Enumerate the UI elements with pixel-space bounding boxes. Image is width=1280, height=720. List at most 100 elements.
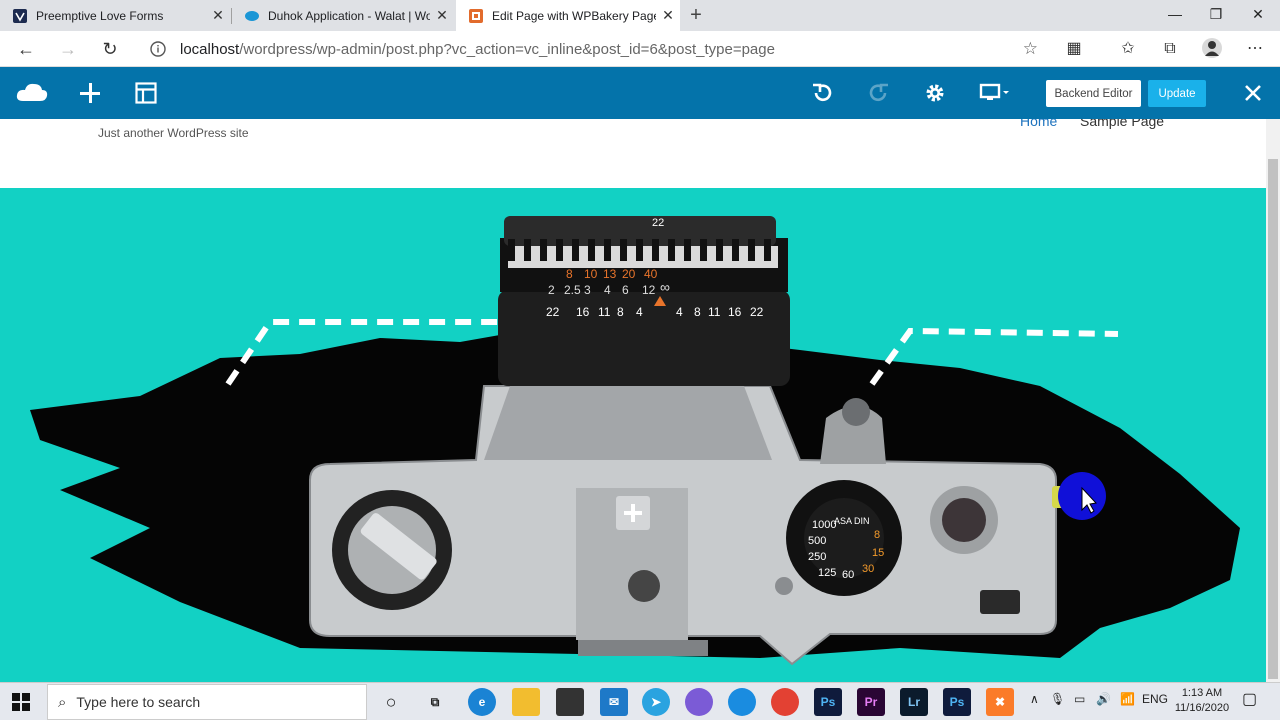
search-icon: ⌕ (58, 693, 67, 711)
wifi-icon[interactable]: 📶 (1120, 692, 1135, 706)
taskbar-search-box[interactable]: ⌕ Type here to search (47, 684, 367, 720)
profile-avatar[interactable] (1200, 37, 1224, 61)
tab-title: Preemptive Love Forms (36, 8, 164, 23)
page-preview: Just another WordPress site Home Sample … (0, 119, 1266, 682)
close-window-icon[interactable]: ✕ (1238, 0, 1278, 31)
new-tab-plus-icon[interactable]: + (684, 3, 708, 27)
premiere-icon[interactable]: Pr (857, 688, 885, 716)
show-hidden-icons[interactable]: ∧ (1030, 692, 1039, 706)
photoshop-icon[interactable]: Ps (814, 688, 842, 716)
battery-icon[interactable]: ▭ (1074, 692, 1085, 706)
menu-item-sample-page[interactable]: Sample Page (1080, 119, 1164, 129)
menu-item-home[interactable]: Home (1020, 119, 1057, 129)
lens-number: 2.5 (564, 283, 581, 297)
search-placeholder: Type here to search (76, 694, 201, 710)
redo-icon[interactable] (865, 79, 893, 107)
back-arrow-icon[interactable]: ← (12, 35, 40, 63)
wpbakery-logo-icon[interactable] (14, 79, 50, 107)
favorites-icon[interactable]: ✩ (1116, 37, 1140, 61)
microphone-icon[interactable]: 🎙 (1050, 692, 1065, 706)
page-scrollbar[interactable] (1266, 119, 1280, 682)
dial-number: 8 (874, 529, 880, 541)
store-icon[interactable] (556, 688, 584, 716)
lightroom-icon[interactable]: Lr (900, 688, 928, 716)
photoshop-icon[interactable]: Ps (943, 688, 971, 716)
film-advance-knob (842, 398, 870, 426)
tab-edit-page-wpbakery[interactable]: Edit Page with WPBakery Page B ✕ (456, 0, 680, 31)
lens-number: 13 (603, 267, 617, 281)
favorite-star-icon[interactable]: ☆ (1023, 39, 1038, 59)
edge-browser-icon[interactable]: e (468, 688, 496, 716)
lens-number: 11 (598, 305, 611, 319)
dial-number: 30 (862, 563, 874, 575)
lens-number: 4 (604, 283, 611, 297)
wordpress-favicon-icon (12, 8, 28, 24)
update-button[interactable]: Update (1148, 80, 1206, 107)
lens-number: 11 (708, 305, 721, 319)
undo-icon[interactable] (808, 79, 836, 107)
lens-number: 8 (617, 305, 624, 319)
templates-layout-icon[interactable] (132, 79, 160, 107)
refresh-icon[interactable]: ↻ (96, 35, 124, 63)
collections-icon[interactable]: ⧉ (1158, 37, 1182, 61)
mail-icon[interactable]: ✉ (600, 688, 628, 716)
lens-number: 16 (576, 305, 590, 319)
lens-number: 22 (750, 305, 764, 319)
wpbakery-favicon-icon (468, 8, 484, 24)
sync-app-icon[interactable] (728, 688, 756, 716)
dial-number: 60 (842, 569, 854, 581)
add-element-plus-icon[interactable] (76, 79, 104, 107)
viber-icon[interactable] (685, 688, 713, 716)
tab-title: Edit Page with WPBakery Page B (492, 8, 656, 23)
system-clock[interactable]: 1:13 AM 11/16/2020 (1172, 686, 1232, 716)
browser-tab-bar: Preemptive Love Forms ✕ Duhok Applicatio… (0, 0, 1280, 31)
lens-number: 20 (622, 267, 636, 281)
close-tab-icon[interactable]: ✕ (656, 7, 680, 24)
hero-section: 1000 500 250 125 60 30 15 8 ASA DIN 22 8… (0, 188, 1266, 682)
selftimer-button (942, 498, 986, 542)
telegram-icon[interactable]: ➤ (642, 688, 670, 716)
lens-mount-base (578, 640, 708, 656)
url-field[interactable]: localhost/wordpress/wp-admin/post.php?vc… (138, 34, 1048, 64)
lens-number: 10 (584, 267, 598, 281)
chrome-icon[interactable] (771, 688, 799, 716)
settings-gear-icon[interactable] (921, 79, 949, 107)
dial-number: 500 (808, 535, 826, 547)
lens-number: 22 (652, 217, 664, 229)
minimize-icon[interactable]: — (1155, 0, 1195, 31)
dial-number: 15 (872, 547, 884, 559)
windows-start-icon[interactable] (12, 693, 30, 716)
lens-barrel (498, 290, 790, 386)
dial-number: 250 (808, 551, 826, 563)
info-icon[interactable] (148, 39, 168, 59)
lens-number: 12 (642, 283, 656, 297)
tab-duhok-application[interactable]: Duhok Application - Walat | Wor ✕ (232, 0, 454, 31)
tab-preemptive-love-forms[interactable]: Preemptive Love Forms ✕ (0, 0, 230, 31)
lens-number: 6 (622, 283, 629, 297)
backend-editor-button[interactable]: Backend Editor (1046, 80, 1141, 107)
small-lever (775, 577, 793, 595)
dial-number: 125 (818, 567, 836, 579)
clock-date: 11/16/2020 (1174, 702, 1230, 714)
notification-center-icon[interactable]: ▢ (1242, 689, 1257, 709)
lens-number: 16 (728, 305, 742, 319)
more-menu-icon[interactable]: ⋯ (1243, 37, 1267, 61)
logo-plate (980, 590, 1020, 614)
close-tab-icon[interactable]: ✕ (206, 7, 230, 24)
tab-title: Duhok Application - Walat | Wor (268, 8, 430, 23)
shutter-button (628, 570, 660, 602)
file-explorer-icon[interactable] (512, 688, 540, 716)
responsive-view-icon[interactable] (978, 79, 1012, 107)
xampp-icon[interactable]: ✖ (986, 688, 1014, 716)
input-language[interactable]: ENG (1142, 692, 1168, 706)
scrollbar-thumb[interactable] (1268, 159, 1278, 679)
apps-grid-icon[interactable]: ▦ (1062, 37, 1086, 61)
cortana-circle-icon[interactable]: ○ (377, 688, 405, 716)
lens-number: 22 (546, 305, 560, 319)
task-view-icon[interactable]: ⧉ (421, 688, 449, 716)
close-tab-icon[interactable]: ✕ (430, 7, 454, 24)
forward-arrow-icon[interactable]: → (54, 35, 82, 63)
volume-icon[interactable]: 🔊 (1096, 692, 1111, 706)
close-editor-icon[interactable] (1239, 79, 1267, 107)
restore-icon[interactable]: ❐ (1196, 0, 1236, 31)
